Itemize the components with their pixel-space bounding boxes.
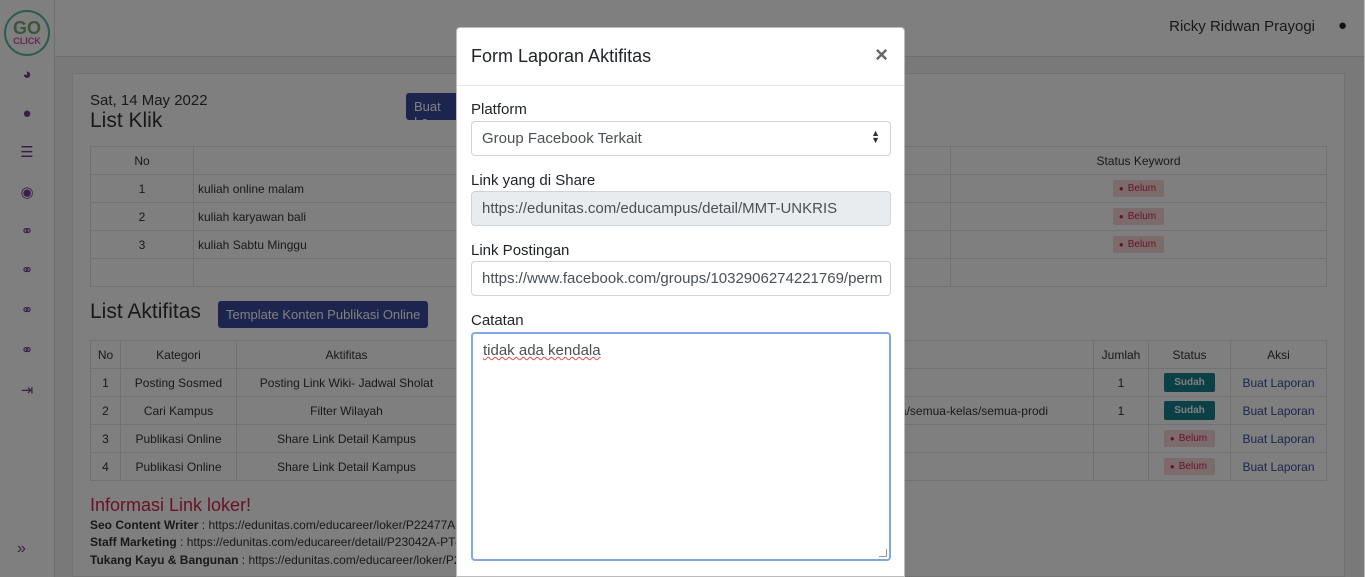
catatan-value: tidak ada kendala bbox=[483, 342, 601, 359]
modal-title: Form Laporan Aktifitas bbox=[471, 46, 652, 66]
platform-select[interactable]: Group Facebook Terkait ▲ ▼ bbox=[471, 121, 891, 156]
catatan-label: Catatan bbox=[471, 312, 524, 329]
report-modal: Form Laporan Aktifitas × Platform Group … bbox=[456, 27, 905, 577]
catatan-textarea[interactable]: tidak ada kendala bbox=[471, 332, 891, 561]
link-share-label: Link yang di Share bbox=[471, 172, 596, 189]
resize-handle[interactable] bbox=[879, 549, 887, 557]
close-icon[interactable]: × bbox=[875, 42, 888, 68]
link-post-field[interactable]: https://www.facebook.com/groups/10329062… bbox=[471, 261, 891, 296]
link-share-field[interactable]: https://edunitas.com/educampus/detail/MM… bbox=[471, 191, 891, 226]
modal-header: Form Laporan Aktifitas × bbox=[457, 28, 904, 86]
chevron-updown-icon: ▲ ▼ bbox=[871, 128, 880, 145]
link-post-label: Link Postingan bbox=[471, 242, 570, 259]
platform-value: Group Facebook Terkait bbox=[482, 130, 642, 147]
platform-label: Platform bbox=[471, 101, 527, 118]
